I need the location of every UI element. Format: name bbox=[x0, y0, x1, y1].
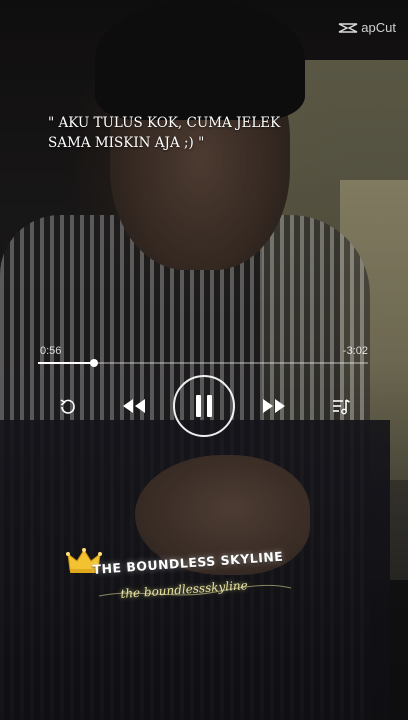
playlist-icon bbox=[331, 397, 351, 415]
watermark-text: apCut bbox=[361, 20, 396, 35]
dim-overlay bbox=[0, 0, 408, 720]
progress-track[interactable] bbox=[38, 359, 368, 367]
repeat-icon bbox=[58, 398, 78, 414]
capcut-logo-icon bbox=[338, 22, 358, 34]
elapsed-time: 0:56 bbox=[40, 345, 62, 357]
previous-button[interactable] bbox=[120, 394, 148, 418]
pause-button[interactable] bbox=[173, 375, 235, 437]
video-frame: apCut " AKU TULUS KOK, CUMA JELEK SAMA M… bbox=[0, 0, 408, 720]
quote-line-1: " AKU TULUS KOK, CUMA JELEK bbox=[48, 115, 281, 131]
queue-button[interactable] bbox=[329, 394, 353, 418]
progress-fill bbox=[38, 362, 95, 364]
remaining-time: -3:02 bbox=[342, 345, 368, 357]
repeat-button[interactable] bbox=[56, 394, 80, 418]
fast-forward-icon bbox=[261, 397, 287, 415]
next-button[interactable] bbox=[260, 394, 288, 418]
capcut-watermark: apCut bbox=[338, 20, 396, 35]
rewind-icon bbox=[121, 397, 147, 415]
quote-line-2: SAMA MISKIN AJA ;) " bbox=[48, 135, 205, 151]
pause-icon bbox=[193, 393, 215, 419]
quote-text: " AKU TULUS KOK, CUMA JELEK SAMA MISKIN … bbox=[48, 113, 308, 153]
